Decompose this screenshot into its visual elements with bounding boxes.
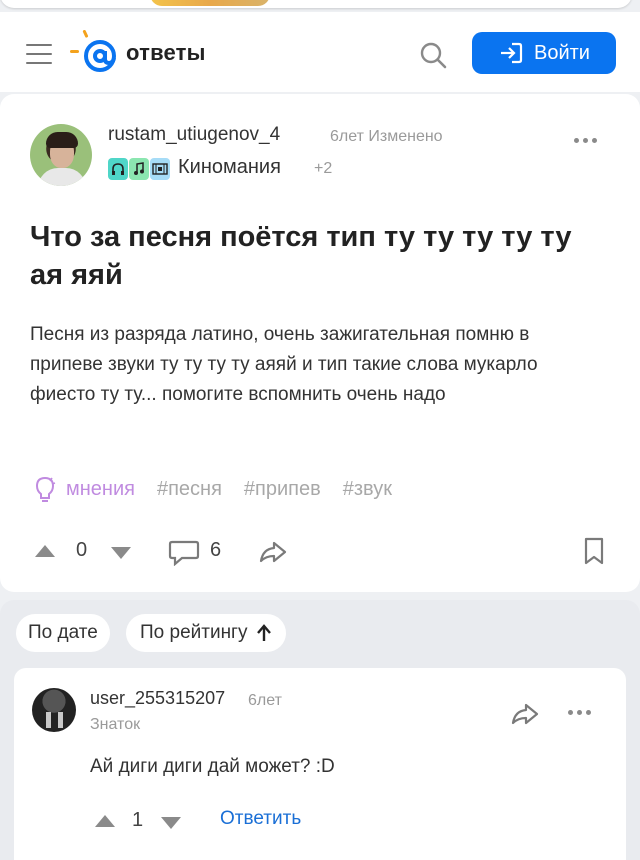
ai-opinions-tag[interactable]: мнения bbox=[32, 475, 135, 503]
logo-icon bbox=[70, 30, 116, 72]
avatar[interactable] bbox=[30, 124, 92, 186]
avatar[interactable] bbox=[32, 688, 76, 732]
answer-card: user_255315207 6лет Знаток Ай диги диги … bbox=[14, 668, 626, 860]
more-icon[interactable] bbox=[574, 138, 597, 143]
comments-icon[interactable] bbox=[168, 538, 202, 566]
sort-by-rating-button[interactable]: По рейтингу bbox=[126, 614, 286, 652]
menu-icon[interactable] bbox=[26, 44, 52, 64]
question-body: Песня из разряда латино, очень зажигател… bbox=[30, 324, 538, 405]
tag-item[interactable]: #песня bbox=[157, 478, 222, 501]
vote-up-icon[interactable] bbox=[94, 814, 116, 828]
vote-up-icon[interactable] bbox=[34, 544, 56, 558]
banner-card-edge bbox=[0, 0, 632, 8]
login-icon bbox=[501, 42, 523, 64]
answer-actions: 1 Ответить bbox=[92, 808, 392, 834]
answers-section: По дате По рейтингу user_255315207 6лет … bbox=[0, 600, 640, 860]
category-extra-count[interactable]: +2 bbox=[314, 160, 332, 178]
user-badges bbox=[108, 156, 171, 182]
logo[interactable]: ответы bbox=[70, 28, 206, 78]
question-title: Что за песня поётся тип ту ту ту ту ту а… bbox=[30, 221, 572, 291]
logo-text: ответы bbox=[126, 40, 206, 65]
answer-author[interactable]: user_255315207 bbox=[90, 688, 225, 709]
lightbulb-icon bbox=[35, 476, 56, 502]
question-author[interactable]: rustam_utiugenov_4 bbox=[108, 124, 280, 146]
answer-time: 6лет bbox=[248, 692, 282, 709]
reply-button[interactable]: Ответить bbox=[220, 808, 301, 830]
more-icon[interactable] bbox=[568, 710, 591, 715]
answer-text: Ай диги диги дай может? :D bbox=[90, 756, 335, 777]
music-badge-icon bbox=[129, 158, 149, 180]
arrow-up-icon bbox=[256, 624, 271, 641]
vote-down-icon[interactable] bbox=[110, 546, 132, 560]
login-button[interactable]: Войти bbox=[472, 32, 616, 74]
search-icon[interactable] bbox=[418, 40, 448, 70]
vote-down-icon[interactable] bbox=[160, 816, 182, 830]
answer-author-rank: Знаток bbox=[90, 716, 141, 733]
question-card: rustam_utiugenov_4 6лет Изменено Киноман… bbox=[0, 94, 640, 592]
share-icon[interactable] bbox=[258, 540, 288, 564]
film-badge-icon bbox=[150, 158, 170, 180]
question-category[interactable]: Киномания bbox=[178, 156, 281, 179]
headphones-badge-icon bbox=[108, 158, 128, 180]
question-actions: 0 6 bbox=[30, 536, 610, 566]
question-vote-count: 0 bbox=[76, 539, 88, 561]
tag-item[interactable]: #припев bbox=[244, 478, 321, 501]
sort-by-rating-label: По рейтингу bbox=[140, 622, 248, 643]
login-label: Войти bbox=[534, 41, 590, 64]
banner-art bbox=[150, 0, 270, 6]
question-comments-count: 6 bbox=[210, 539, 222, 561]
share-icon[interactable] bbox=[510, 702, 540, 726]
top-banner-edge bbox=[0, 0, 640, 12]
tags-row: мнения #песня #припев #звук bbox=[32, 474, 392, 504]
header: ответы Войти bbox=[0, 12, 640, 92]
sort-by-date-button[interactable]: По дате bbox=[16, 614, 110, 652]
question-time: 6лет Изменено bbox=[330, 128, 443, 145]
tag-item[interactable]: #звук bbox=[343, 478, 392, 501]
ai-tag-label: мнения bbox=[66, 477, 135, 500]
answer-vote-count: 1 bbox=[132, 809, 144, 831]
bookmark-icon[interactable] bbox=[582, 536, 606, 566]
